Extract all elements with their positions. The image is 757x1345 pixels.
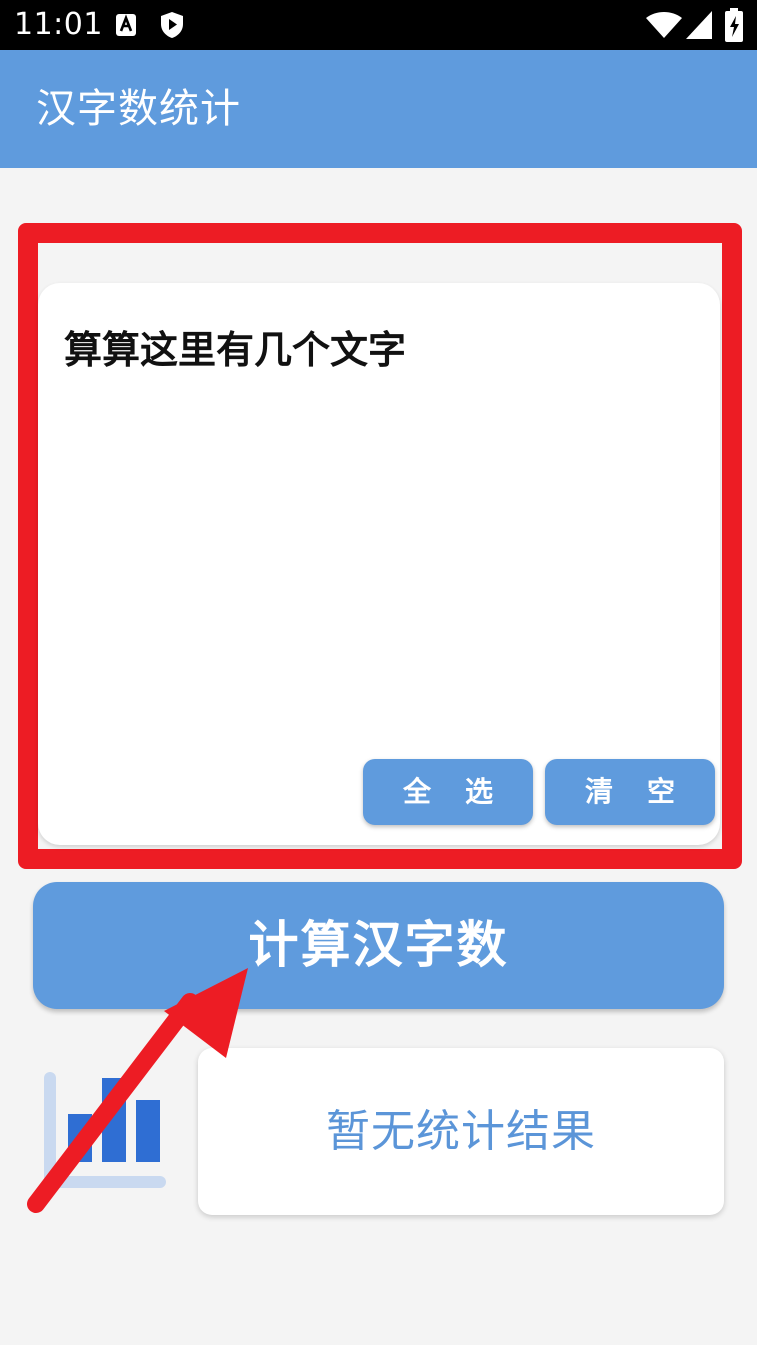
app-bar: 汉字数统计 [0, 50, 757, 168]
wifi-icon [646, 12, 682, 38]
clear-button[interactable]: 清空 [545, 759, 715, 825]
text-input[interactable]: 算算这里有几个文字 [64, 323, 406, 377]
select-all-button[interactable]: 全选 [363, 759, 533, 825]
shield-play-icon [161, 12, 183, 38]
app-title: 汉字数统计 [36, 86, 241, 132]
battery-icon [725, 8, 743, 42]
status-bar: 11:01 [0, 0, 757, 50]
bar-chart-icon [44, 1072, 166, 1188]
result-card: 暂无统计结果 [198, 1048, 724, 1215]
signal-icon [686, 11, 712, 39]
text-input-card[interactable]: 算算这里有几个文字 全选 清空 [38, 283, 720, 845]
status-time: 11:01 [14, 7, 103, 42]
calculate-button[interactable]: 计算汉字数 [33, 882, 724, 1009]
a-icon [116, 14, 136, 36]
result-text: 暂无统计结果 [326, 1106, 596, 1157]
